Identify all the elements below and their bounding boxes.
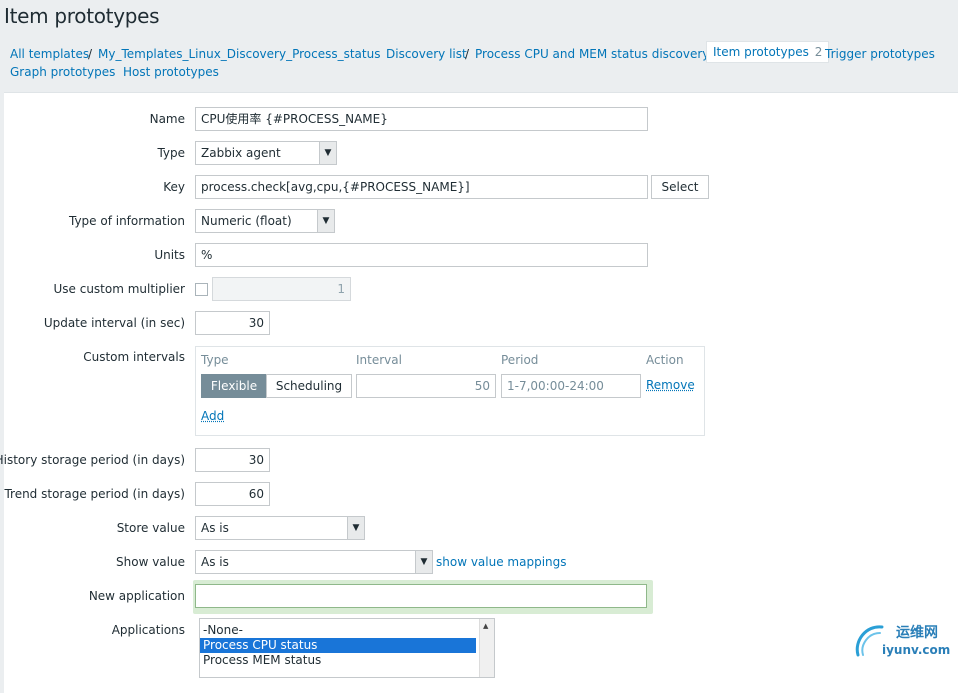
store-value-selected: As is xyxy=(201,521,229,535)
store-value-select[interactable]: As is ▼ xyxy=(195,516,365,540)
col-action-header: Action xyxy=(646,353,684,367)
custom-multiplier-checkbox[interactable] xyxy=(195,283,208,296)
type-of-information-select[interactable]: Numeric (float) ▼ xyxy=(195,209,335,233)
update-interval-label: Update interval (in sec) xyxy=(43,316,185,330)
new-application-input[interactable] xyxy=(195,584,647,608)
show-value-mappings-link[interactable]: show value mappings xyxy=(436,555,567,569)
tab-trigger-prototypes[interactable]: Trigger prototypes xyxy=(825,47,935,61)
key-input[interactable]: process.check[avg,cpu,{#PROCESS_NAME}] xyxy=(195,175,648,199)
watermark-text-url: iyunv.com xyxy=(882,643,951,657)
custom-multiplier-input: 1 xyxy=(212,277,351,301)
type-of-information-label: Type of information xyxy=(68,214,185,228)
remove-interval-link[interactable]: Remove xyxy=(646,378,695,392)
breadcrumb-discovery-rule[interactable]: Process CPU and MEM status discovery xyxy=(475,47,709,61)
select-key-button[interactable]: Select xyxy=(651,175,709,199)
page-title: Item prototypes xyxy=(4,4,160,28)
breadcrumb-separator: / xyxy=(465,47,470,61)
store-value-label: Store value xyxy=(116,521,185,535)
chevron-up-icon: ▲ xyxy=(483,622,489,630)
type-of-information-value: Numeric (float) xyxy=(201,214,292,228)
update-interval-input[interactable]: 30 xyxy=(195,311,270,335)
tab-discovery-list[interactable]: Discovery list xyxy=(386,47,467,61)
item-prototype-form: Name CPU使用率 {#PROCESS_NAME} Type Zabbix … xyxy=(0,92,958,693)
tab-count-badge: 2 xyxy=(814,45,823,59)
units-input[interactable]: % xyxy=(195,243,648,267)
units-label: Units xyxy=(154,248,185,262)
chevron-down-icon: ▼ xyxy=(347,517,364,539)
custom-period-input[interactable]: 1-7,00:00-24:00 xyxy=(501,374,641,398)
breadcrumb: All templates / My_Templates_Linux_Disco… xyxy=(0,40,958,84)
list-item[interactable]: Process CPU status xyxy=(200,638,476,653)
trend-input[interactable]: 60 xyxy=(195,482,270,506)
chevron-down-icon: ▼ xyxy=(415,551,432,573)
type-label: Type xyxy=(157,146,185,160)
name-input[interactable]: CPU使用率 {#PROCESS_NAME} xyxy=(195,107,648,131)
custom-intervals-table: Type Interval Period Action Flexible Sch… xyxy=(195,346,705,436)
col-interval-header: Interval xyxy=(356,353,402,367)
custom-interval-input[interactable]: 50 xyxy=(356,374,496,398)
breadcrumb-separator: / xyxy=(88,47,93,61)
type-select-value: Zabbix agent xyxy=(201,146,281,160)
trend-label: Trend storage period (in days) xyxy=(4,487,185,501)
history-label: History storage period (in days) xyxy=(0,453,185,467)
list-item[interactable]: -None- xyxy=(200,623,494,638)
chevron-down-icon: ▼ xyxy=(319,142,336,164)
tab-item-prototypes[interactable]: Item prototypes 2 xyxy=(706,41,830,63)
listbox-scrollbar[interactable]: ▲ xyxy=(479,619,494,677)
col-period-header: Period xyxy=(501,353,539,367)
new-application-label: New application xyxy=(88,589,185,603)
show-value-select[interactable]: As is ▼ xyxy=(195,550,433,574)
applications-listbox[interactable]: -None- Process CPU status Process MEM st… xyxy=(199,618,495,678)
tab-label: Item prototypes xyxy=(713,45,809,59)
tab-graph-prototypes[interactable]: Graph prototypes xyxy=(10,65,115,79)
scheduling-toggle[interactable]: Scheduling xyxy=(266,374,352,398)
type-select[interactable]: Zabbix agent ▼ xyxy=(195,141,337,165)
tab-host-prototypes[interactable]: Host prototypes xyxy=(123,65,219,79)
history-input[interactable]: 30 xyxy=(195,448,270,472)
list-item[interactable]: Process MEM status xyxy=(200,653,494,668)
add-interval-link[interactable]: Add xyxy=(201,409,224,423)
col-type-header: Type xyxy=(201,353,229,367)
breadcrumb-all-templates[interactable]: All templates xyxy=(10,47,89,61)
custom-multiplier-label: Use custom multiplier xyxy=(53,282,185,296)
show-value-selected: As is xyxy=(201,555,229,569)
show-value-label: Show value xyxy=(116,555,185,569)
watermark: 运维网 iyunv.com xyxy=(852,617,958,667)
flexible-toggle[interactable]: Flexible xyxy=(201,374,267,398)
breadcrumb-template[interactable]: My_Templates_Linux_Discovery_Process_sta… xyxy=(98,47,380,61)
watermark-text-cn: 运维网 xyxy=(896,625,938,641)
name-label: Name xyxy=(149,112,185,126)
custom-intervals-label: Custom intervals xyxy=(83,350,185,364)
applications-label: Applications xyxy=(111,623,185,637)
chevron-down-icon: ▼ xyxy=(317,210,334,232)
key-label: Key xyxy=(163,180,185,194)
